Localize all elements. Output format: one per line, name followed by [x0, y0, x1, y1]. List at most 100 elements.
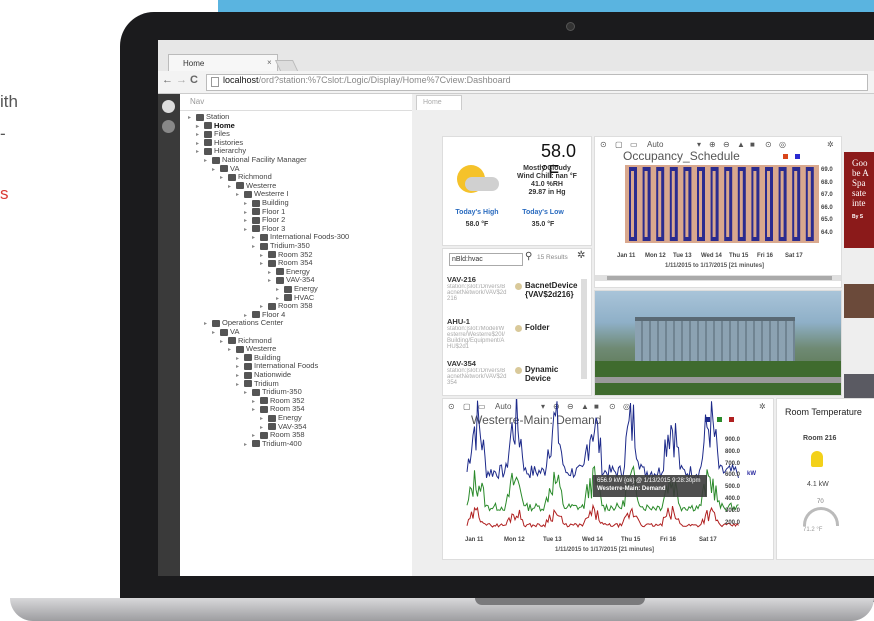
expand-icon[interactable]: ▸ [220, 338, 228, 347]
page-accent-bar [218, 0, 874, 12]
x-tick-label: Thu 15 [729, 253, 749, 259]
x-tick-label: Thu 15 [621, 537, 641, 543]
x-tick-label: Wed 14 [701, 253, 722, 259]
type-icon [515, 325, 522, 332]
tooltip-value: 656.9 kW {ok} @ 1/13/2015 9:28:30pm [597, 478, 701, 484]
gear-icon[interactable]: ✲ [577, 250, 585, 261]
y-tick-label: 800.0 [725, 448, 741, 455]
tree-node-icon [244, 371, 252, 379]
expand-icon[interactable]: ▸ [244, 441, 252, 450]
x-tick-label: Jan 11 [617, 253, 636, 259]
close-icon[interactable]: × [267, 58, 272, 67]
search-icon[interactable]: ⚲ [525, 251, 532, 262]
expand-icon[interactable]: ▸ [204, 157, 212, 166]
occupancy-gap [753, 171, 757, 237]
list-item[interactable]: VAV-354 station:|slot:/Drivers/BacnetNetw… [447, 359, 577, 392]
x-tick-label: Wed 14 [582, 537, 603, 543]
tree-node-icon [276, 276, 284, 284]
type-icon [515, 283, 522, 290]
room-power: 4.1 kW [807, 481, 829, 488]
y-tick-label: 66.0 [821, 204, 833, 211]
x-tick-label: Tue 13 [673, 253, 692, 259]
browser-tab[interactable]: Home × [168, 54, 278, 72]
occupancy-gap [699, 171, 702, 237]
url-field[interactable]: localhost/ord?station:%7Cslot:/Logic/Dis… [206, 74, 868, 91]
room-temp-card: Room Temperature Room 216 4.1 kW 70 71.2… [776, 398, 874, 560]
page-left-text-2: - [0, 124, 6, 143]
list-item[interactable]: AHU-1 station:|slot:/Model/Westerre/Weste… [447, 317, 577, 350]
y-tick-label: 600.0 [725, 472, 741, 479]
expand-icon[interactable]: ▸ [228, 346, 236, 355]
tree-node-icon [220, 165, 228, 173]
tree-node-icon [276, 268, 284, 276]
tree-node-icon [252, 199, 260, 207]
expand-icon[interactable]: ▸ [252, 406, 260, 415]
url-host: localhost [223, 75, 259, 85]
tree-node-icon [244, 354, 252, 362]
page-icon [211, 77, 219, 87]
list-item[interactable]: VAV-216 station:|slot:/Drivers/BacnetNetw… [447, 275, 577, 308]
tree-item-label: Tridium-400 [262, 438, 302, 448]
expand-icon[interactable]: ▸ [244, 389, 252, 398]
expand-icon[interactable]: ▸ [196, 148, 204, 157]
results-scrollbar[interactable] [581, 279, 587, 379]
y-tick-label: 400.0 [725, 496, 741, 502]
expand-icon[interactable]: ▸ [260, 260, 268, 269]
reload-icon[interactable]: C [190, 74, 198, 86]
tab-home[interactable]: Home [416, 95, 462, 110]
expand-icon[interactable]: ▸ [188, 114, 196, 123]
result-path: station:|slot:/Model/Westerre/Westerre$2… [447, 326, 505, 350]
url-path: /ord?station:%7Cslot:/Logic/Display/Home… [258, 75, 511, 85]
tree-node-icon [268, 414, 276, 422]
building-photo [594, 290, 842, 396]
expand-icon[interactable]: ▸ [212, 166, 220, 175]
search-icon[interactable] [162, 120, 175, 133]
y-tick-label: 64.0 [821, 229, 833, 236]
y-tick-label: 300.0 [725, 507, 741, 514]
expand-icon[interactable]: ▸ [212, 329, 220, 338]
news-thumb-2[interactable] [844, 374, 874, 398]
x-tick-label: Fri 16 [757, 253, 774, 259]
tree-node-icon [204, 130, 212, 138]
tree-node-icon [284, 294, 292, 302]
occupancy-gap [767, 171, 770, 237]
tree-item[interactable]: ▸ Tridium-400 [244, 439, 302, 448]
x-tick-label: Mon 12 [645, 253, 666, 259]
dashboard: Home 58.0 °F Mostly Cloudy Wind Chill: n… [412, 94, 874, 576]
occupancy-plot-bg [625, 165, 819, 243]
tree-node-icon [284, 285, 292, 293]
browser-tab-strip: Home × [158, 40, 874, 73]
cloud-icon [465, 177, 499, 191]
occupancy-gap [807, 171, 811, 237]
occupancy-gap [794, 171, 798, 237]
result-type: Folder [525, 323, 550, 332]
occupancy-gap [685, 171, 689, 237]
nav-header: Nav [180, 94, 412, 111]
expand-icon[interactable]: ▸ [236, 191, 244, 200]
result-path: station:|slot:/Drivers/BacnetNetwork/VAV… [447, 368, 507, 386]
news-thumb-1[interactable] [844, 284, 874, 318]
expand-icon[interactable]: ▸ [204, 320, 212, 329]
occupancy-gap [780, 171, 784, 237]
page-left-text-3: s [0, 184, 9, 203]
news-panel[interactable]: Goo be A Spa sate inte By S [844, 152, 874, 248]
result-type: Dynamic Device [525, 365, 559, 383]
expand-icon[interactable]: ▸ [236, 381, 244, 390]
back-icon[interactable]: ← [162, 74, 173, 86]
expand-icon[interactable]: ▸ [228, 183, 236, 192]
search-input[interactable]: nBld:hvac [449, 253, 523, 266]
x-tick-label: Jan 11 [465, 537, 484, 543]
tree-node-icon [212, 156, 220, 164]
forward-icon[interactable]: → [176, 74, 187, 86]
expand-icon[interactable]: ▸ [244, 226, 252, 235]
tree-node-icon [268, 423, 276, 431]
menu-icon[interactable] [162, 100, 175, 113]
expand-icon[interactable]: ▸ [252, 243, 260, 252]
result-type: BacnetDevice {VAV$2d216} [525, 281, 578, 299]
legend-swatch-green [717, 417, 722, 422]
niagara-app: Nav ▸ Station ▸ Home ▸ Files ▸ Histories ▸ Hierar… [158, 94, 874, 576]
result-path: station:|slot:/Drivers/BacnetNetwork/VAV… [447, 284, 507, 302]
y-tick-label: 65.0 [821, 217, 833, 223]
expand-icon[interactable]: ▸ [268, 277, 276, 286]
expand-icon[interactable]: ▸ [220, 174, 228, 183]
